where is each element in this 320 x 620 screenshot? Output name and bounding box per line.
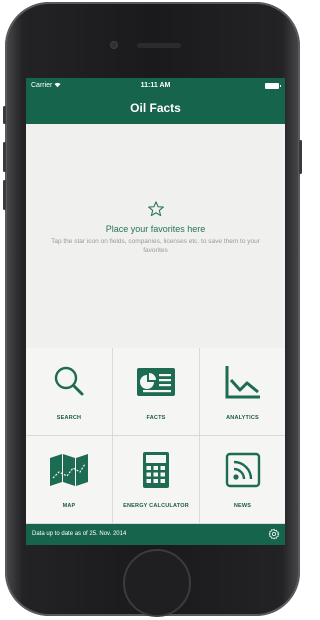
favorites-title: Place your favorites here: [105, 224, 206, 234]
status-bar: Carrier 11:11 AM: [26, 78, 285, 94]
facts-card-icon: [137, 368, 175, 396]
volume-down-button: [3, 180, 6, 210]
map-icon: [50, 454, 88, 486]
news-tile-label: NEWS: [233, 503, 252, 509]
star-outline-icon: [148, 201, 164, 217]
search-tile[interactable]: SEARCH: [26, 348, 112, 435]
power-button: [299, 140, 302, 174]
menu-grid: SEARCH FACTS ANALYTICS MAP ENERGY CALCUL…: [26, 348, 285, 524]
app-screen: Carrier 11:11 AM Oil Facts Place your fa…: [26, 78, 285, 545]
volume-up-button: [3, 142, 6, 172]
analytics-tile-label: ANALYTICS: [226, 415, 259, 421]
search-icon: [54, 366, 84, 396]
line-chart-icon: [225, 366, 260, 399]
navigation-bar: Oil Facts: [26, 94, 285, 124]
clock: 11:11 AM: [140, 82, 171, 89]
earpiece-speaker: [137, 43, 181, 48]
facts-tile-label: FACTS: [146, 415, 166, 421]
analytics-tile[interactable]: ANALYTICS: [200, 348, 285, 435]
gear-icon[interactable]: [268, 528, 280, 540]
footer-bar: Data up to date as of 25. Nov. 2014: [26, 524, 285, 545]
favorites-description: Tap the star icon on fields, companies, …: [51, 238, 260, 254]
mute-switch: [3, 106, 6, 124]
favorites-area: Place your favorites here Tap the star i…: [26, 124, 285, 336]
news-tile[interactable]: NEWS: [200, 436, 285, 523]
rss-feed-icon: [225, 452, 261, 488]
map-tile-label: MAP: [62, 503, 76, 509]
energy-calculator-tile-label: ENERGY CALCULATOR: [123, 503, 189, 509]
battery-icon: [265, 83, 281, 89]
facts-tile[interactable]: FACTS: [113, 348, 199, 435]
search-tile-label: SEARCH: [56, 415, 82, 421]
front-camera: [110, 41, 118, 49]
calculator-icon: [143, 452, 169, 488]
data-date-label: Data up to date as of 25. Nov. 2014: [32, 531, 127, 537]
app-title: Oil Facts: [130, 101, 181, 115]
home-button[interactable]: [123, 549, 191, 617]
energy-calculator-tile[interactable]: ENERGY CALCULATOR: [113, 436, 199, 523]
map-tile[interactable]: MAP: [26, 436, 112, 523]
